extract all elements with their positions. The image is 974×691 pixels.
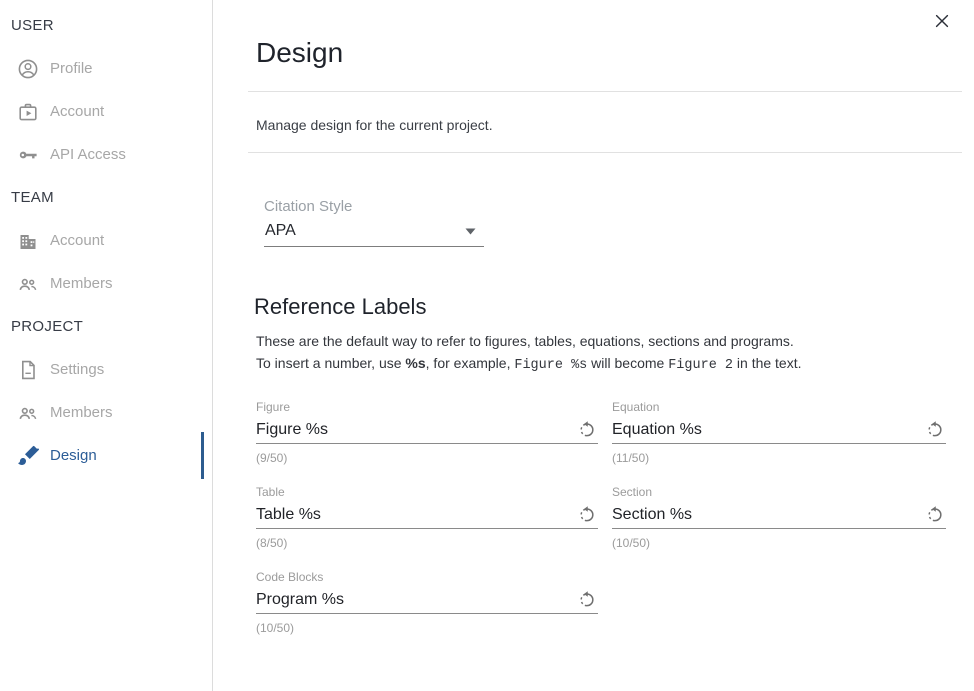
field-figure: Figure (9/50) xyxy=(256,400,598,465)
sidebar-item-label: Account xyxy=(50,232,104,249)
sidebar-item-project-settings[interactable]: Settings xyxy=(0,348,212,391)
description-line-1: These are the default way to refer to fi… xyxy=(256,333,794,349)
document-icon xyxy=(16,358,40,382)
sidebar-item-design[interactable]: Design xyxy=(0,434,212,477)
reference-labels-heading: Reference Labels xyxy=(254,293,974,321)
caret-down-icon xyxy=(465,228,476,235)
sidebar-item-project-members[interactable]: Members xyxy=(0,391,212,434)
sidebar-item-user-account[interactable]: Account xyxy=(0,90,212,133)
close-icon xyxy=(933,12,951,30)
reset-restore-icon xyxy=(577,589,597,609)
panel-description: Manage design for the current project. xyxy=(256,115,974,135)
sidebar-item-api-access[interactable]: API Access xyxy=(0,133,212,176)
citation-style-label: Citation Style xyxy=(264,199,484,215)
sidebar-item-label: Members xyxy=(50,275,113,292)
char-counter: (10/50) xyxy=(612,537,946,550)
design-settings-panel: Design Manage design for the current pro… xyxy=(214,0,974,691)
reference-labels-description: These are the default way to refer to fi… xyxy=(256,330,974,377)
field-label: Table xyxy=(256,485,598,499)
field-label: Section xyxy=(612,485,946,499)
field-code-blocks: Code Blocks (10/50) xyxy=(256,570,598,635)
reset-button[interactable] xyxy=(924,418,946,440)
sidebar-item-label: Settings xyxy=(50,361,104,378)
code-blocks-label-input[interactable] xyxy=(256,591,576,609)
sidebar-item-profile[interactable]: Profile xyxy=(0,47,212,90)
reset-button[interactable] xyxy=(576,418,598,440)
sidebar-item-label: Profile xyxy=(50,60,93,77)
divider xyxy=(248,152,962,153)
reset-restore-icon xyxy=(925,419,945,439)
brush-icon xyxy=(16,444,40,468)
reset-button[interactable] xyxy=(924,503,946,525)
page-title: Design xyxy=(256,38,974,68)
sidebar-item-team-members[interactable]: Members xyxy=(0,262,212,305)
briefcase-play-icon xyxy=(16,100,40,124)
sidebar-section-team: TEAM xyxy=(0,176,212,219)
key-icon xyxy=(16,143,40,167)
description-line-2: To insert a number, use %s, for example,… xyxy=(256,355,802,371)
reset-button[interactable] xyxy=(576,588,598,610)
settings-sidebar: USER Profile Account xyxy=(0,0,213,691)
field-section: Section (10/50) xyxy=(612,485,946,550)
sidebar-section-project: PROJECT xyxy=(0,305,212,348)
active-item-indicator xyxy=(201,432,204,479)
char-counter: (10/50) xyxy=(256,622,598,635)
char-counter: (11/50) xyxy=(612,452,946,465)
reset-restore-icon xyxy=(577,504,597,524)
group-icon xyxy=(16,401,40,425)
sidebar-item-label: Members xyxy=(50,404,113,421)
char-counter: (9/50) xyxy=(256,452,598,465)
field-table: Table (8/50) xyxy=(256,485,598,550)
field-label: Code Blocks xyxy=(256,570,598,584)
citation-style-select[interactable]: Citation Style APA xyxy=(264,199,484,247)
field-label: Equation xyxy=(612,400,946,414)
field-label: Figure xyxy=(256,400,598,414)
sidebar-item-label: API Access xyxy=(50,146,126,163)
figure-label-input[interactable] xyxy=(256,421,576,439)
sidebar-item-label: Account xyxy=(50,103,104,120)
sidebar-section-user: USER xyxy=(0,4,212,47)
field-equation: Equation (11/50) xyxy=(612,400,946,465)
group-icon xyxy=(16,272,40,296)
citation-style-value: APA xyxy=(265,221,296,241)
reference-label-fields: Figure (9/50) Equation xyxy=(256,400,945,635)
building-icon xyxy=(16,229,40,253)
char-counter: (8/50) xyxy=(256,537,598,550)
table-label-input[interactable] xyxy=(256,506,576,524)
person-circle-icon xyxy=(16,57,40,81)
reset-restore-icon xyxy=(577,419,597,439)
reset-restore-icon xyxy=(925,504,945,524)
reset-button[interactable] xyxy=(576,503,598,525)
section-label-input[interactable] xyxy=(612,506,924,524)
sidebar-item-team-account[interactable]: Account xyxy=(0,219,212,262)
sidebar-item-label: Design xyxy=(50,447,97,464)
close-button[interactable] xyxy=(931,10,953,32)
divider xyxy=(248,91,962,92)
equation-label-input[interactable] xyxy=(612,421,924,439)
